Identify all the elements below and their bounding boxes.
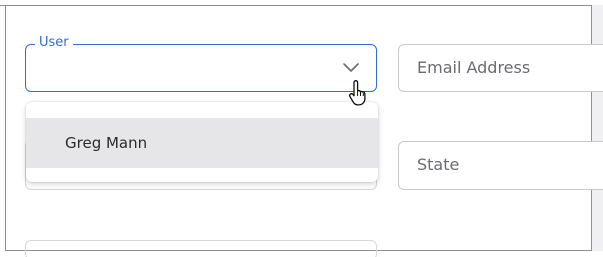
chevron-down-icon[interactable] [343, 63, 359, 73]
user-dropdown-menu: Greg Mann [26, 102, 378, 182]
user-select[interactable] [25, 44, 377, 92]
scrollbar-track[interactable] [591, 5, 603, 251]
hand-pointer-cursor-icon [349, 80, 366, 106]
state-placeholder: State [417, 155, 460, 174]
bottom-field[interactable] [25, 240, 377, 257]
frame-border-top [0, 5, 591, 6]
screenshot-canvas: User Email Address State Greg Mann [0, 0, 603, 257]
user-select-label: User [35, 35, 73, 51]
frame-border-left [5, 5, 6, 251]
email-placeholder: Email Address [417, 58, 531, 77]
dropdown-option-label: Greg Mann [65, 134, 148, 152]
dropdown-option-greg-mann[interactable]: Greg Mann [26, 118, 378, 168]
